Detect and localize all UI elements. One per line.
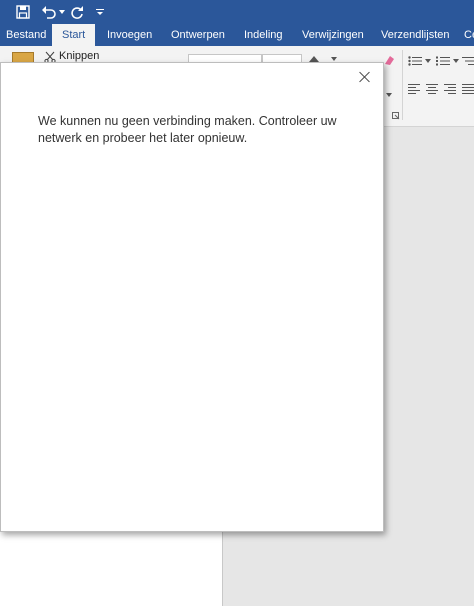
save-icon: [16, 5, 30, 19]
tab-verwijzingen[interactable]: Verwijzingen: [302, 24, 364, 46]
clear-formatting-icon[interactable]: [382, 54, 396, 66]
redo-icon: [71, 6, 83, 19]
undo-dropdown-button[interactable]: [58, 2, 66, 22]
align-center-icon[interactable]: [426, 84, 438, 94]
chevron-down-icon: [59, 10, 65, 14]
tab-verzendlijsten[interactable]: Verzendlijsten: [381, 24, 450, 46]
connection-error-dialog: We kunnen nu geen verbinding maken. Cont…: [0, 62, 384, 532]
customize-qat-button[interactable]: [94, 2, 106, 22]
tab-ce[interactable]: Ce: [464, 24, 474, 46]
font-dropdown-icon[interactable]: [331, 57, 337, 61]
tab-bestand[interactable]: Bestand: [6, 24, 46, 46]
align-left-icon[interactable]: [408, 84, 420, 94]
bullets-dropdown-icon[interactable]: [425, 59, 431, 63]
styles-dropdown-button[interactable]: [386, 84, 396, 97]
save-button[interactable]: [14, 2, 32, 22]
undo-icon: [42, 6, 56, 19]
customize-icon: [96, 9, 104, 15]
font-dialog-launcher-icon[interactable]: [392, 112, 400, 120]
cut-button[interactable]: Knippen: [59, 50, 99, 62]
chevron-down-icon: [386, 93, 392, 97]
ribbon-group-divider: [402, 50, 403, 120]
redo-button[interactable]: [68, 2, 86, 22]
tab-ontwerpen[interactable]: Ontwerpen: [171, 24, 225, 46]
multilevel-list-icon[interactable]: [462, 56, 474, 66]
align-right-icon[interactable]: [444, 84, 456, 94]
title-bar: [0, 0, 474, 24]
tab-indeling[interactable]: Indeling: [244, 24, 283, 46]
tab-invoegen[interactable]: Invoegen: [107, 24, 152, 46]
tab-start[interactable]: Start: [52, 24, 96, 46]
ribbon-tabs: Bestand Start Invoegen Ontwerpen Indelin…: [0, 24, 474, 46]
close-icon[interactable]: [357, 69, 373, 85]
undo-button[interactable]: [40, 2, 58, 22]
error-message: We kunnen nu geen verbinding maken. Cont…: [38, 114, 337, 145]
numbering-icon[interactable]: [436, 56, 450, 66]
bullets-icon[interactable]: [408, 56, 422, 66]
justify-icon[interactable]: [462, 84, 474, 94]
numbering-dropdown-icon[interactable]: [453, 59, 459, 63]
